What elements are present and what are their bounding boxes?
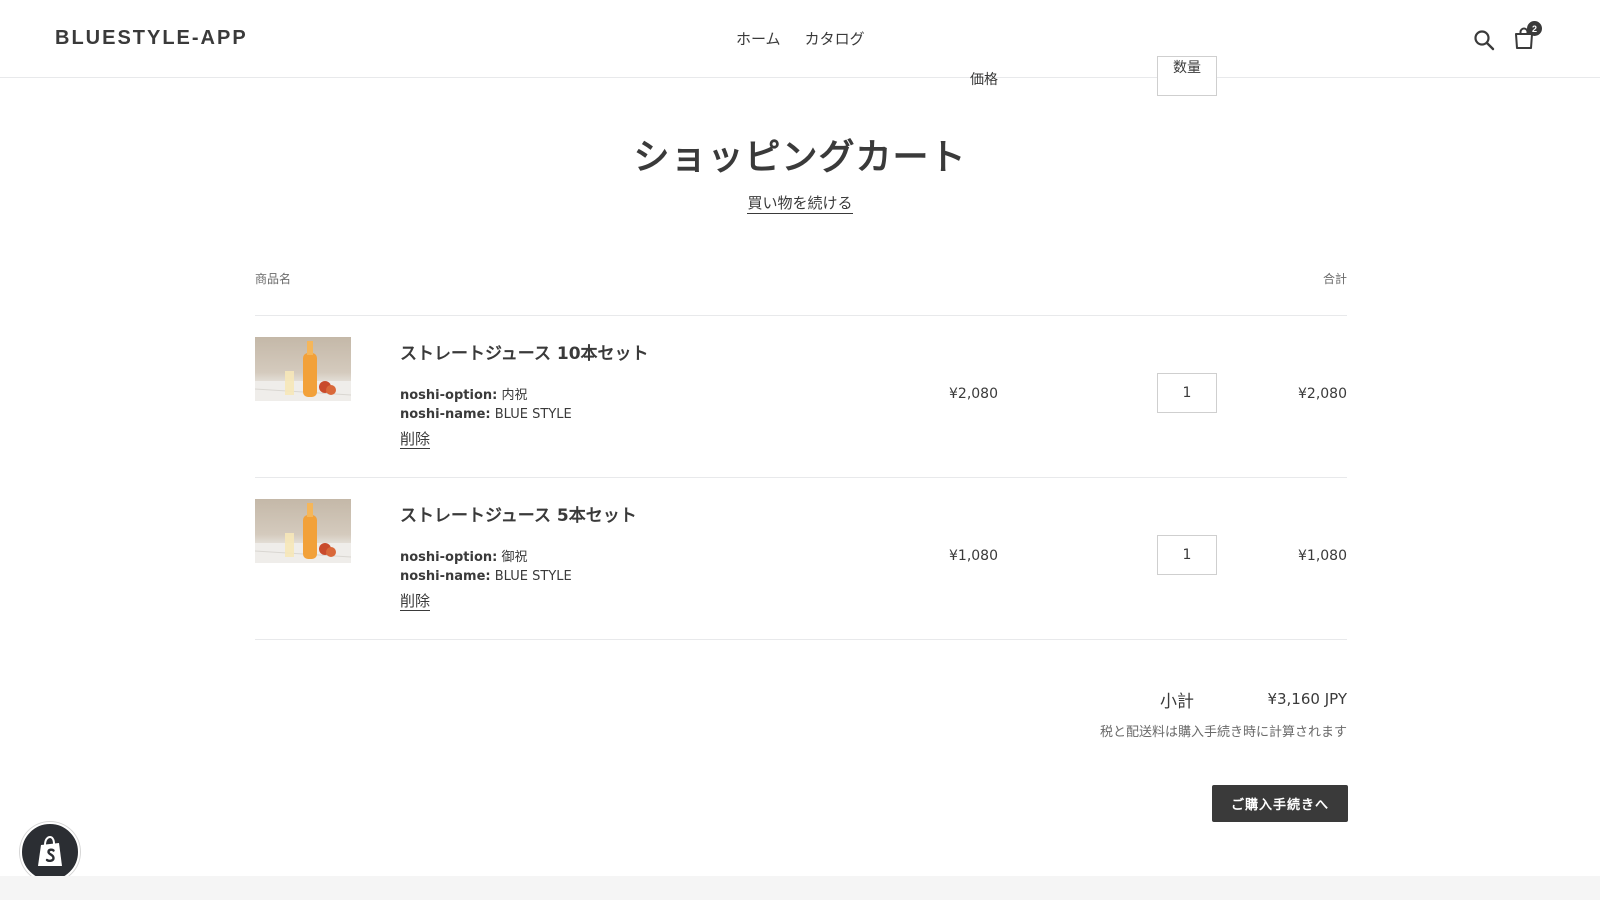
product-name[interactable]: ストレートジュース 5本セット bbox=[400, 501, 637, 526]
cart-item-row: ストレートジュース 5本セット noshi-option: 御祝 noshi-n… bbox=[0, 479, 1600, 639]
cart-item-row: ストレートジュース 10本セット noshi-option: 内祝 noshi-… bbox=[0, 317, 1600, 477]
store-logo[interactable]: BLUESTYLE-APP bbox=[55, 27, 248, 50]
product-image[interactable] bbox=[255, 499, 351, 563]
line-total: ¥1,080 bbox=[1298, 548, 1347, 564]
quantity-input[interactable] bbox=[1157, 373, 1217, 413]
site-header: BLUESTYLE-APP ホーム カタログ 2 bbox=[0, 0, 1600, 78]
table-divider bbox=[255, 477, 1347, 478]
main-nav: ホーム カタログ bbox=[736, 28, 865, 49]
quantity-input[interactable] bbox=[1157, 535, 1217, 575]
subtotal-label: 小計 bbox=[1160, 692, 1194, 712]
option-value: 御祝 bbox=[501, 550, 528, 565]
option-value: BLUE STYLE bbox=[494, 407, 572, 422]
unit-price: ¥1,080 bbox=[949, 548, 998, 564]
product-name[interactable]: ストレートジュース 10本セット bbox=[400, 339, 649, 364]
subtotal-value: ¥3,160 JPY bbox=[1267, 690, 1347, 708]
option-value: 内祝 bbox=[501, 388, 528, 403]
product-image[interactable] bbox=[255, 337, 351, 401]
option-label: noshi-name: bbox=[400, 407, 491, 422]
column-header-total: 合計 bbox=[1322, 272, 1347, 286]
option-value: BLUE STYLE bbox=[494, 569, 572, 584]
line-total: ¥2,080 bbox=[1298, 386, 1347, 402]
continue-shopping: 買い物を続ける bbox=[0, 192, 1600, 214]
product-option: noshi-option: 御祝 bbox=[400, 546, 527, 565]
column-header-product: 商品名 bbox=[255, 272, 292, 286]
page-title: ショッピングカート bbox=[633, 137, 967, 178]
nav-catalog[interactable]: カタログ bbox=[805, 28, 865, 49]
shopify-icon[interactable] bbox=[20, 822, 80, 882]
product-option: noshi-option: 内祝 bbox=[400, 384, 527, 403]
cart-count-badge: 2 bbox=[1527, 21, 1542, 36]
option-label: noshi-name: bbox=[400, 569, 491, 584]
unit-price: ¥2,080 bbox=[949, 386, 998, 402]
column-header-price: 価格 bbox=[970, 72, 998, 88]
column-header-quantity: 数量 bbox=[1157, 56, 1217, 96]
option-label: noshi-option: bbox=[400, 550, 498, 565]
product-option: noshi-name: BLUE STYLE bbox=[400, 569, 572, 584]
remove-link[interactable]: 削除 bbox=[400, 593, 431, 611]
table-divider bbox=[255, 639, 1347, 640]
checkout-button[interactable]: ご購入手続きへ bbox=[1212, 785, 1348, 822]
footer bbox=[0, 876, 1600, 900]
search-icon[interactable] bbox=[1472, 28, 1496, 52]
table-divider bbox=[255, 315, 1347, 316]
continue-shopping-link[interactable]: 買い物を続ける bbox=[747, 194, 853, 214]
option-label: noshi-option: bbox=[400, 388, 498, 403]
tax-shipping-note: 税と配送料は購入手続き時に計算されます bbox=[1099, 725, 1347, 740]
remove-link[interactable]: 削除 bbox=[400, 431, 431, 449]
product-option: noshi-name: BLUE STYLE bbox=[400, 407, 572, 422]
nav-home[interactable]: ホーム bbox=[736, 28, 781, 49]
